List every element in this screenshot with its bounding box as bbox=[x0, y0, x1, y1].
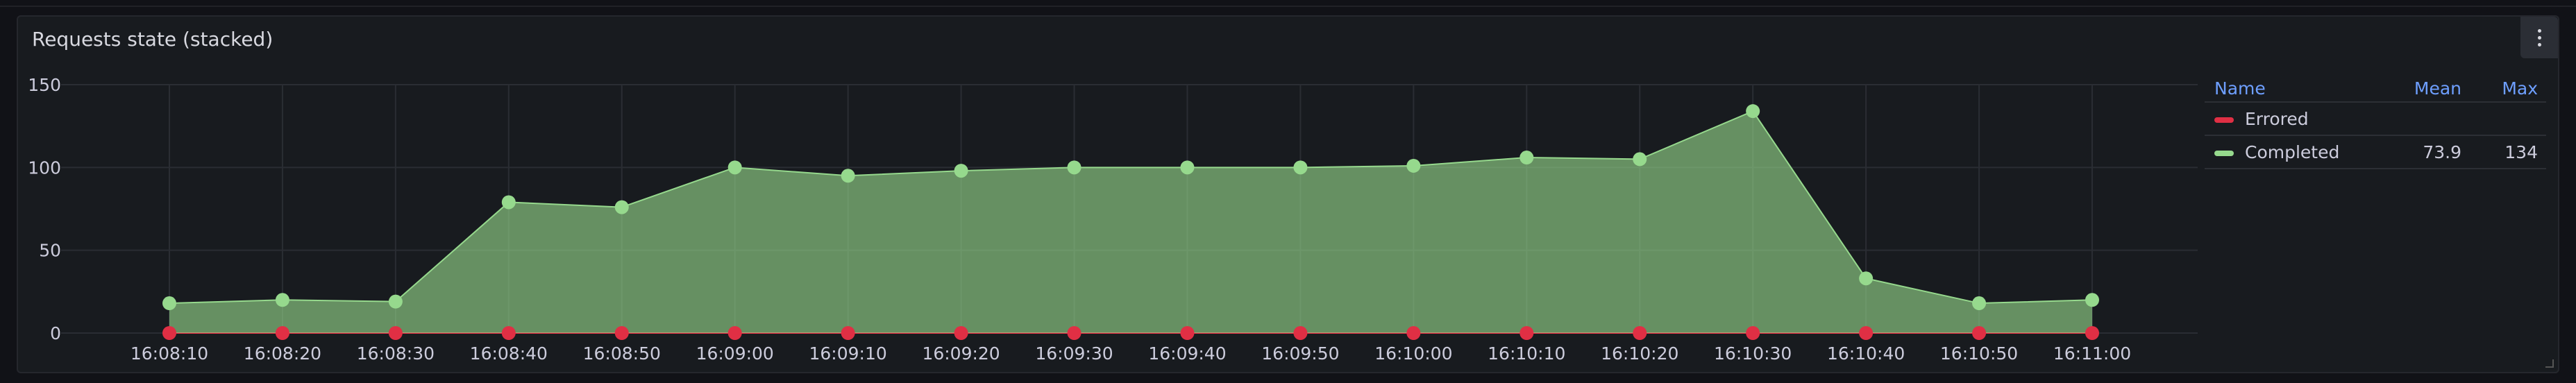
x-tick-label: 16:08:10 bbox=[131, 343, 208, 364]
point-errored bbox=[954, 326, 968, 340]
menu-dot-icon bbox=[2537, 35, 2541, 40]
point-completed bbox=[1293, 160, 1308, 175]
panel-menu-button[interactable] bbox=[2520, 17, 2558, 58]
point-completed bbox=[954, 164, 968, 178]
point-errored bbox=[1406, 326, 1421, 340]
point-errored bbox=[614, 326, 629, 340]
x-tick-label: 16:10:30 bbox=[1714, 343, 1792, 364]
series-areas bbox=[169, 110, 2093, 334]
menu-dot-icon bbox=[2537, 28, 2541, 33]
resize-handle[interactable] bbox=[2545, 359, 2554, 368]
point-completed bbox=[501, 195, 516, 210]
legend-header-mean[interactable]: Mean bbox=[2385, 78, 2461, 99]
chart-panel: Requests state (stacked) 0 50 100 150 16:08… bbox=[17, 15, 2559, 373]
point-errored bbox=[1067, 326, 1081, 340]
x-tick-label: 16:08:40 bbox=[470, 343, 548, 364]
point-errored bbox=[1519, 326, 1534, 340]
menu-dot-icon bbox=[2537, 42, 2541, 46]
x-tick-label: 16:08:20 bbox=[244, 343, 321, 364]
legend-mean-completed: 73.9 bbox=[2423, 142, 2461, 162]
point-completed bbox=[1633, 152, 1647, 167]
point-errored bbox=[1180, 326, 1195, 340]
legend-table: Name Mean Max Errored Completed 73.9 134 bbox=[2205, 75, 2546, 169]
x-tick-label: 16:08:50 bbox=[583, 343, 661, 364]
legend-label-errored: Errored bbox=[2245, 108, 2309, 129]
x-tick-label: 16:10:10 bbox=[1488, 343, 1565, 364]
point-completed bbox=[1406, 158, 1421, 173]
legend-swatch-completed bbox=[2214, 150, 2234, 156]
point-errored bbox=[1633, 326, 1647, 340]
x-tick-label: 16:08:30 bbox=[357, 343, 435, 364]
legend-swatch-errored bbox=[2214, 117, 2234, 123]
point-errored bbox=[1859, 326, 1874, 340]
point-completed bbox=[841, 169, 855, 183]
x-tick-label: 16:09:00 bbox=[696, 343, 774, 364]
y-tick-label: 150 bbox=[28, 75, 61, 95]
point-completed bbox=[1067, 160, 1081, 175]
point-errored bbox=[1293, 326, 1308, 340]
legend-header: Name Mean Max bbox=[2205, 75, 2546, 103]
legend-header-name[interactable]: Name bbox=[2205, 78, 2385, 99]
point-completed bbox=[2085, 293, 2099, 307]
point-completed bbox=[1859, 271, 1874, 286]
point-completed bbox=[1519, 151, 1534, 165]
point-errored bbox=[162, 326, 176, 340]
point-errored bbox=[501, 326, 516, 340]
x-tick-label: 16:09:40 bbox=[1148, 343, 1226, 364]
x-tick-label: 16:09:10 bbox=[809, 343, 887, 364]
point-errored bbox=[727, 326, 742, 340]
x-tick-label: 16:09:30 bbox=[1035, 343, 1113, 364]
x-tick-label: 16:10:20 bbox=[1601, 343, 1678, 364]
x-tick-label: 16:11:00 bbox=[2053, 343, 2131, 364]
point-errored bbox=[1746, 326, 1760, 340]
y-tick-label: 0 bbox=[50, 323, 61, 343]
legend-label-completed: Completed bbox=[2245, 142, 2340, 162]
point-errored bbox=[841, 326, 855, 340]
x-tick-label: 16:09:50 bbox=[1261, 343, 1339, 364]
legend-row-errored[interactable]: Errored bbox=[2205, 103, 2546, 136]
y-tick-label: 50 bbox=[39, 241, 61, 261]
point-errored bbox=[2085, 326, 2099, 340]
x-tick-label: 16:10:50 bbox=[1940, 343, 2018, 364]
y-axis: 0 50 100 150 bbox=[28, 75, 61, 343]
point-completed bbox=[1180, 160, 1195, 175]
point-errored bbox=[388, 326, 403, 340]
x-tick-label: 16:10:40 bbox=[1827, 343, 1905, 364]
point-completed bbox=[1746, 104, 1760, 119]
legend-header-max[interactable]: Max bbox=[2461, 78, 2546, 99]
point-errored bbox=[1972, 326, 1987, 340]
point-completed bbox=[727, 160, 742, 175]
area-completed bbox=[169, 111, 2092, 334]
point-completed bbox=[1972, 296, 1987, 311]
x-tick-label: 16:09:20 bbox=[922, 343, 1000, 364]
legend-row-completed[interactable]: Completed 73.9 134 bbox=[2205, 136, 2546, 169]
point-completed bbox=[614, 200, 629, 214]
time-series-chart: 050100150 16:08:10 16:08:20 16:08:30 16:08:… bbox=[28, 75, 2198, 364]
point-completed bbox=[275, 293, 289, 307]
point-completed bbox=[162, 296, 176, 311]
top-divider bbox=[0, 0, 2576, 7]
legend-max-completed: 134 bbox=[2505, 142, 2538, 162]
y-tick-label: 100 bbox=[28, 158, 61, 178]
point-completed bbox=[388, 294, 403, 309]
x-axis: 16:08:10 16:08:20 16:08:30 16:08:40 16:08:50… bbox=[131, 343, 2131, 364]
point-errored bbox=[275, 326, 289, 340]
x-tick-label: 16:10:00 bbox=[1374, 343, 1452, 364]
